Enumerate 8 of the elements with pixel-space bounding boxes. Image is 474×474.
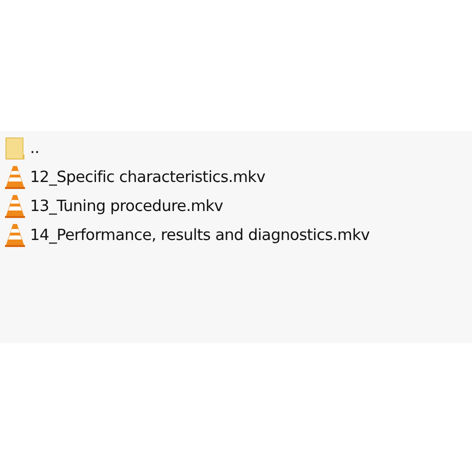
traffic-cone-icon bbox=[4, 222, 26, 246]
file-name[interactable]: 12_Specific characteristics.mkv bbox=[30, 168, 266, 186]
file-name[interactable]: 14_Performance, results and diagnostics.mkv bbox=[30, 226, 370, 244]
traffic-cone-icon bbox=[4, 164, 26, 188]
file-name[interactable]: .. bbox=[30, 138, 40, 156]
folder-icon bbox=[4, 136, 26, 160]
file-name[interactable]: 13_Tuning procedure.mkv bbox=[30, 196, 224, 214]
traffic-cone-icon bbox=[4, 194, 26, 218]
